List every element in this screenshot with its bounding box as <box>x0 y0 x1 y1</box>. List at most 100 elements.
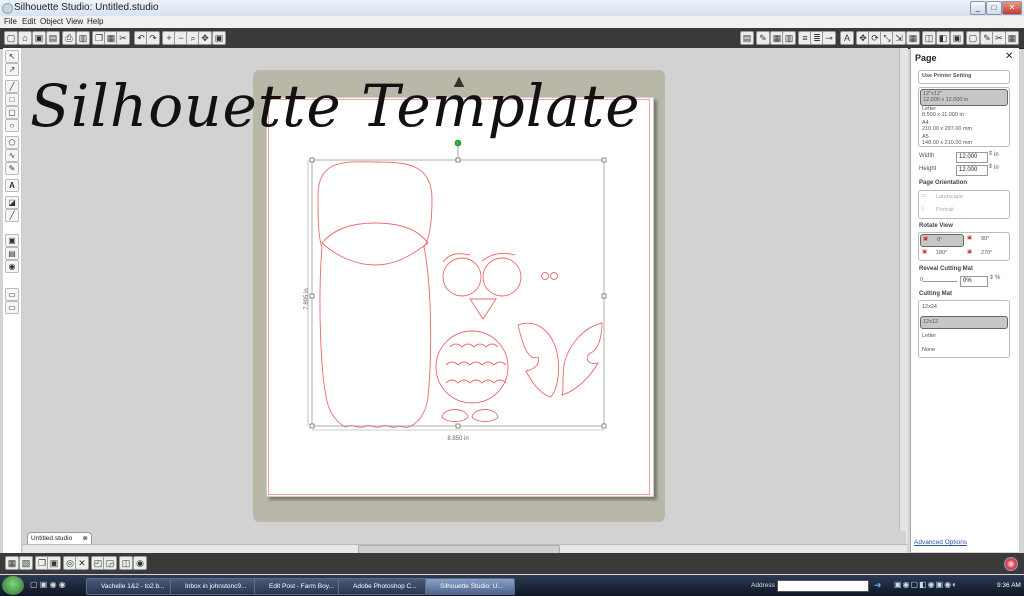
make-compound-icon[interactable]: ◫ <box>119 556 133 570</box>
rotate-180-icon[interactable]: ▣ <box>922 249 927 255</box>
close-window-button[interactable]: ✕ <box>1002 1 1022 15</box>
address-input[interactable] <box>777 580 869 592</box>
trace-icon[interactable]: ◧ <box>936 31 950 45</box>
reveal-mat-input[interactable]: 0% <box>960 276 988 287</box>
cut-icon[interactable]: ✂ <box>992 31 1006 45</box>
text-tool-icon[interactable]: A <box>5 179 19 192</box>
owl-beak <box>469 298 497 320</box>
cut-send-icon[interactable]: ▥ <box>76 31 90 45</box>
ellipse-tool-icon[interactable]: ○ <box>5 119 19 132</box>
menu-edit[interactable]: Edit <box>22 16 36 28</box>
print-icon[interactable]: ⎙ <box>62 31 76 45</box>
open-folder-icon[interactable]: ⌂ <box>18 31 32 45</box>
document-tab[interactable]: Untitled.studio ⊗ <box>27 532 92 544</box>
redo-icon[interactable]: ↷ <box>146 31 160 45</box>
start-button[interactable] <box>2 576 24 595</box>
printer-setting-button[interactable]: Use Printer Setting <box>918 70 1010 84</box>
color-wheel-icon[interactable] <box>1004 557 1018 571</box>
pan-icon[interactable]: ✥ <box>198 31 212 45</box>
polygon-tool-icon[interactable]: ⬠ <box>5 136 19 149</box>
scissors-icon[interactable]: ✂ <box>116 31 130 45</box>
fit-page-icon[interactable]: ▣ <box>212 31 226 45</box>
width-stepper-icon[interactable]: ⇕ <box>988 150 993 157</box>
store-icon[interactable]: ▢ <box>966 31 980 45</box>
text-style-icon[interactable]: A <box>840 31 854 45</box>
rotate-270-icon[interactable]: ▣ <box>967 249 972 255</box>
maximize-button[interactable]: □ <box>986 1 1002 15</box>
page-size-12x12[interactable]: 12"x12" 12.000 x 12.000 in <box>920 89 1008 106</box>
replicate-icon[interactable]: ▦ <box>906 31 920 45</box>
registration-icon[interactable]: ▥ <box>782 31 796 45</box>
menu-object[interactable]: Object <box>40 16 63 28</box>
advanced-options-link[interactable]: Advanced Options <box>914 539 967 546</box>
layers-panel-icon[interactable]: ▤ <box>5 247 19 260</box>
portrait-option[interactable]: Portrait <box>936 207 954 213</box>
portrait-icon[interactable]: ▯ <box>921 206 924 212</box>
landscape-option[interactable]: Landscape <box>936 194 963 200</box>
width-input[interactable]: 12.000 <box>956 152 988 163</box>
mat-12x12[interactable]: 12x12 <box>920 316 1008 329</box>
ungroup-icon[interactable]: ▧ <box>19 556 33 570</box>
knife-tool-icon[interactable]: ╱ <box>5 209 19 222</box>
freehand-tool-icon[interactable]: ✎ <box>5 162 19 175</box>
send-back-icon[interactable]: ◲ <box>103 556 117 570</box>
mat-12x24[interactable]: 12x24 <box>922 304 937 310</box>
window-title: Silhouette Studio: Untitled.studio <box>14 2 159 13</box>
vertical-scrollbar[interactable] <box>899 48 908 544</box>
rotate-0-button[interactable]: ▣ 0° <box>920 234 964 247</box>
offset-icon[interactable]: ◫ <box>922 31 936 45</box>
taskbar-item-edit-post[interactable]: Edit Post - Farm Boy... <box>254 578 344 595</box>
select-all-icon[interactable]: ▣ <box>47 556 61 570</box>
taskbar-item-vachelle[interactable]: Vachelle 1&2 - to2.b... <box>86 578 174 595</box>
line-tool-icon[interactable]: ╱ <box>5 80 19 93</box>
edit-points-icon[interactable]: ↗ <box>5 63 19 76</box>
minimize-button[interactable]: _ <box>970 1 986 15</box>
release-compound-icon[interactable]: ◉ <box>133 556 147 570</box>
close-tab-icon[interactable]: ⊗ <box>83 533 88 544</box>
page-size-list[interactable]: 12"x12" 12.000 x 12.000 in Letter 8.500 … <box>918 87 1010 147</box>
system-tray-icons[interactable]: ▣◉▢◧◉▣◉◐ <box>894 580 994 591</box>
save-icon[interactable]: ▣ <box>32 31 46 45</box>
rotate-270-button[interactable]: 270° <box>981 250 992 256</box>
rotate-90-icon[interactable]: ▣ <box>967 235 972 241</box>
mat-letter[interactable]: Letter <box>922 333 936 339</box>
rotate-90-button[interactable]: 90° <box>981 236 989 242</box>
online-store-icon[interactable]: ◉ <box>5 260 19 273</box>
go-arrow-icon[interactable]: ➜ <box>874 580 884 590</box>
rounded-rect-tool-icon[interactable]: ▢ <box>5 106 19 119</box>
curve-tool-icon[interactable]: ∿ <box>5 149 19 162</box>
rectangle-tool-icon[interactable]: □ <box>5 93 19 106</box>
library-panel-icon[interactable]: ▭ <box>5 288 19 301</box>
reveal-mat-slider[interactable] <box>923 281 957 282</box>
move-icon[interactable]: ⇲ <box>892 31 906 45</box>
taskbar-item-inbox[interactable]: Inbox in johnstonc9... <box>170 578 260 595</box>
fill-panel-icon[interactable]: ▣ <box>5 234 19 247</box>
new-document-icon[interactable]: ▢ <box>4 31 18 45</box>
menu-help[interactable]: Help <box>87 16 103 28</box>
height-stepper-icon[interactable]: ⇕ <box>988 163 993 170</box>
eraser-tool-icon[interactable]: ◪ <box>5 196 19 209</box>
bottom-toolbar: ▦ ▧ ❐ ▣ ◎ ✕ ◰ ◲ ◫ ◉ <box>0 553 1024 574</box>
quick-launch-icons[interactable]: ▢ ▣ ◉ ◉ <box>30 580 80 591</box>
taskbar-item-photoshop[interactable]: Adobe Photoshop C... <box>338 578 428 595</box>
delete-icon[interactable]: ✕ <box>75 556 89 570</box>
close-panel-icon[interactable]: ✕ <box>1005 51 1013 62</box>
menu-view[interactable]: View <box>66 16 83 28</box>
reveal-stepper-icon[interactable]: ⇕ <box>989 274 994 281</box>
height-input[interactable]: 12.000 <box>956 165 988 176</box>
library-folder-icon[interactable]: ▭ <box>5 301 19 314</box>
landscape-icon[interactable]: ▭ <box>921 193 926 199</box>
select-icon[interactable]: ↖ <box>5 50 19 63</box>
group-icon[interactable]: ▦ <box>5 556 19 570</box>
mat-none[interactable]: None <box>922 347 935 353</box>
page-settings-icon[interactable]: ▤ <box>740 31 754 45</box>
library-icon[interactable]: ▣ <box>950 31 964 45</box>
send-to-silhouette-icon[interactable]: ▦ <box>1005 31 1019 45</box>
fill-icon[interactable]: ⊸ <box>822 31 836 45</box>
taskbar-item-silhouette[interactable]: Silhouette Studio: U... <box>425 578 515 595</box>
owl-template-artwork[interactable]: 7.895 in 8.850 in <box>300 137 620 447</box>
grid-icon[interactable]: ✎ <box>756 31 770 45</box>
menu-file[interactable]: File <box>4 16 17 28</box>
save-as-icon[interactable]: ▤ <box>46 31 60 45</box>
rotate-180-button[interactable]: 180° <box>936 250 947 256</box>
